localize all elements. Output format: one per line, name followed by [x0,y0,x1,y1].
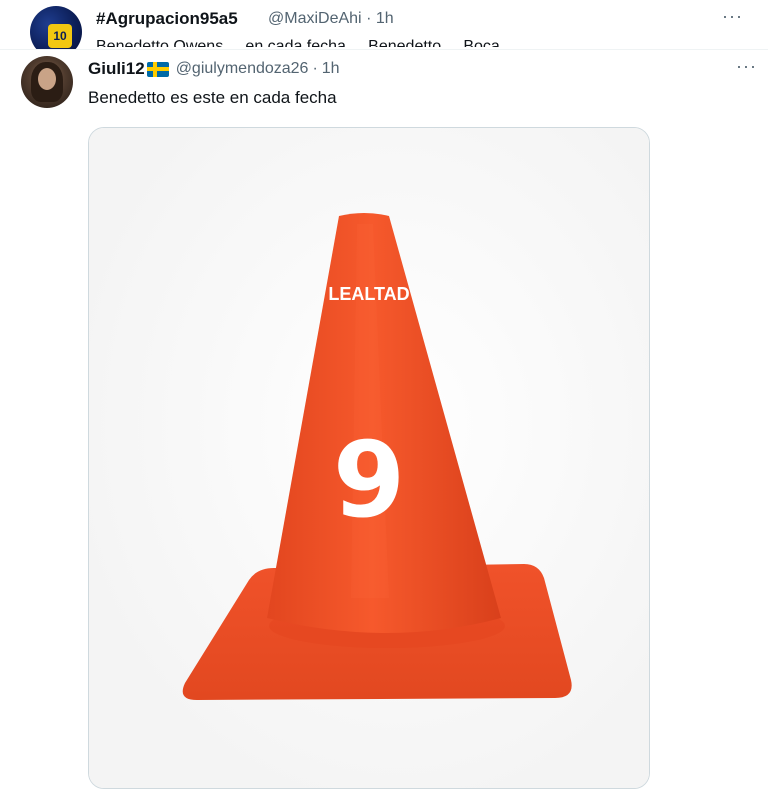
previous-display-name[interactable]: #Agrupacion95a5 [96,9,238,29]
tweet-divider [0,49,768,50]
avatar-face [38,68,56,90]
separator-dot: · [312,60,318,77]
previous-tweet[interactable]: 10 #Agrupacion95a5 @MaxiDeAhi · 1h ··· B… [0,0,768,50]
jersey-number: 10 [48,24,72,48]
sweden-flag-icon [146,61,169,77]
cone-label: LEALTAD [328,284,409,304]
previous-handle[interactable]: @MaxiDeAhi [268,10,362,27]
previous-separator: · [366,10,372,27]
handle[interactable]: @giulymendoza26 [176,60,309,78]
previous-more-icon[interactable]: ··· [722,6,743,27]
traffic-cone-image: LEALTAD 9 [89,128,649,788]
tweet-header: Giuli12 @giulymendoza26 · 1h [88,59,340,79]
previous-avatar[interactable]: 10 [30,6,82,50]
avatar[interactable] [21,56,73,108]
display-name[interactable]: Giuli12 [88,59,145,79]
more-options-icon[interactable]: ··· [736,56,757,77]
tweet-text: Benedetto es este en cada fecha [88,88,337,107]
tweet-media[interactable]: LEALTAD 9 [88,127,650,789]
timestamp[interactable]: 1h [322,60,340,78]
cone-number: 9 [333,419,405,541]
previous-handle-time[interactable]: @MaxiDeAhi · 1h [268,10,394,28]
previous-time[interactable]: 1h [376,10,394,27]
